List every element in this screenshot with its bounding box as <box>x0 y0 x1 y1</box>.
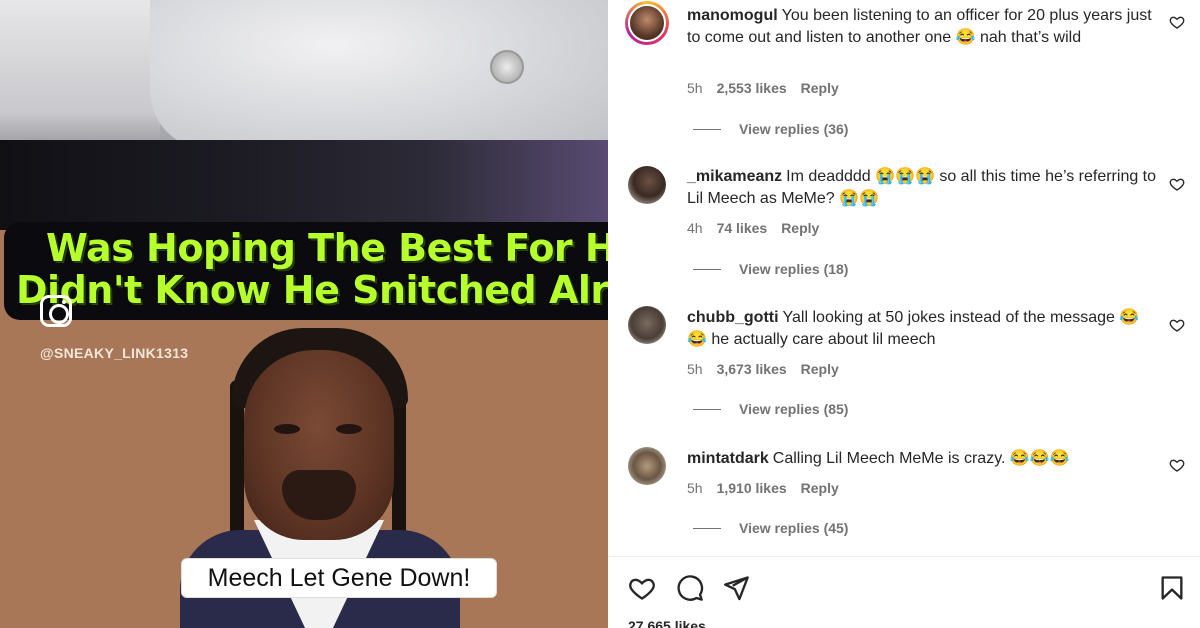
view-replies-label: View replies (85) <box>739 401 849 417</box>
comment-text: Calling Lil Meech MeMe is crazy. 😂😂😂 <box>772 450 1070 467</box>
comment-body: _mikameanz Im deadddd 😭😭😭 so all this tim… <box>687 166 1157 209</box>
heart-icon[interactable] <box>1169 317 1185 333</box>
reply-button[interactable]: Reply <box>801 480 839 496</box>
heart-icon[interactable] <box>1169 14 1185 30</box>
replies-dash <box>693 128 721 130</box>
media-top-photo <box>0 0 608 230</box>
paper-plane-icon[interactable] <box>722 574 750 602</box>
view-replies-button[interactable]: View replies (36) <box>693 121 848 137</box>
comment-time: 5h <box>687 361 703 377</box>
comment-meta: 5h 3,673 likes Reply <box>687 361 839 377</box>
heart-icon[interactable] <box>1169 457 1185 473</box>
avatar[interactable] <box>628 447 666 485</box>
avatar[interactable] <box>628 306 666 344</box>
comment-body: mintatdark Calling Lil Meech MeMe is craz… <box>687 448 1157 470</box>
comment-likes[interactable]: 1,910 likes <box>717 480 787 496</box>
media-caption-line-2: Didn't Know He Snitched Already <box>16 268 608 312</box>
replies-dash <box>693 268 721 270</box>
avatar[interactable] <box>628 166 666 204</box>
comment-username[interactable]: manomogul <box>687 7 778 24</box>
post-likes-count[interactable]: 27,665 likes <box>628 618 706 628</box>
comment-body: manomogul You been listening to an office… <box>687 5 1157 48</box>
person-eye-right <box>336 424 362 434</box>
comment-meta: 5h 1,910 likes Reply <box>687 480 839 496</box>
comment-body: chubb_gotti Yall looking at 50 jokes inst… <box>687 307 1157 350</box>
bookmark-icon[interactable] <box>1158 574 1186 602</box>
comment-likes[interactable]: 3,673 likes <box>717 361 787 377</box>
media-subtitle-text: Meech Let Gene Down! <box>207 563 471 592</box>
comment-meta: 5h 2,553 likes Reply <box>687 80 839 96</box>
heart-icon[interactable] <box>1169 176 1185 192</box>
reply-button[interactable]: Reply <box>781 220 819 236</box>
photo-dark-strip <box>0 140 608 230</box>
heart-icon[interactable] <box>628 574 656 602</box>
actions-divider <box>608 556 1200 557</box>
view-replies-button[interactable]: View replies (18) <box>693 261 848 277</box>
replies-dash <box>693 408 721 410</box>
view-replies-button[interactable]: View replies (85) <box>693 401 848 417</box>
comment-username[interactable]: _mikameanz <box>687 168 782 185</box>
post-media[interactable]: Was Hoping The Best For Him Didn't Know … <box>0 0 608 628</box>
view-replies-label: View replies (18) <box>739 261 849 277</box>
media-watermark-handle: @SNEAKY_LINK1313 <box>40 345 189 361</box>
comment-bubble-icon[interactable] <box>676 574 704 602</box>
photo-shirt <box>150 0 608 150</box>
comment-likes[interactable]: 2,553 likes <box>717 80 787 96</box>
comment-time: 5h <box>687 480 703 496</box>
view-replies-button[interactable]: View replies (45) <box>693 520 848 536</box>
comment-time: 5h <box>687 80 703 96</box>
comment-likes[interactable]: 74 likes <box>717 220 768 236</box>
reply-button[interactable]: Reply <box>801 80 839 96</box>
instagram-logo-icon <box>40 295 72 327</box>
comment-username[interactable]: mintatdark <box>687 450 769 467</box>
comment-meta: 4h 74 likes Reply <box>687 220 819 236</box>
media-subtitle-box: Meech Let Gene Down! <box>181 558 497 598</box>
comments-panel[interactable]: manomogul You been listening to an office… <box>608 0 1200 628</box>
person-eye-left <box>274 424 300 434</box>
comment-time: 4h <box>687 220 703 236</box>
view-replies-label: View replies (36) <box>739 121 849 137</box>
reply-button[interactable]: Reply <box>801 361 839 377</box>
avatar-image <box>628 4 666 42</box>
photo-necklace <box>490 50 524 84</box>
media-caption-line-1: Was Hoping The Best For Him <box>46 226 608 270</box>
avatar[interactable] <box>625 1 669 45</box>
view-replies-label: View replies (45) <box>739 520 849 536</box>
replies-dash <box>693 527 721 529</box>
post-action-bar <box>608 566 1200 610</box>
comment-username[interactable]: chubb_gotti <box>687 309 779 326</box>
